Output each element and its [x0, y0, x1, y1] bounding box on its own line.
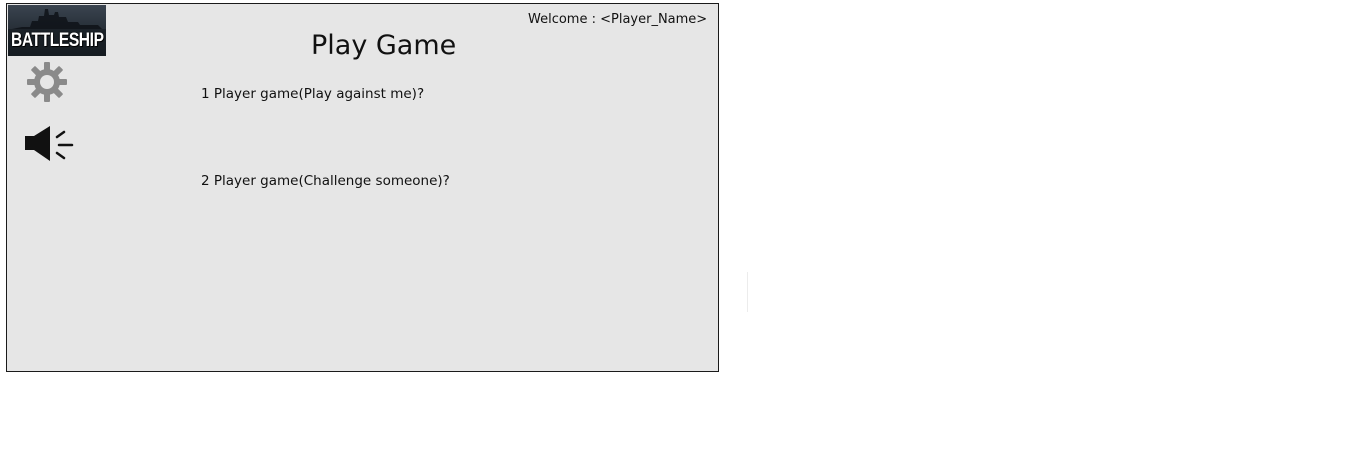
welcome-text: Welcome : <Player_Name>: [528, 12, 708, 27]
settings-button[interactable]: [25, 60, 69, 104]
logo-text: BATTLESHIP: [11, 30, 104, 51]
one-player-option[interactable]: 1 Player game(Play against me)?: [201, 86, 424, 102]
speaker-icon: [25, 126, 74, 161]
gear-icon: [27, 62, 67, 102]
battleship-logo: BATTLESHIP: [8, 5, 106, 56]
two-player-option[interactable]: 2 Player game(Challenge someone)?: [201, 173, 450, 189]
divider: [747, 272, 748, 312]
page-title: Play Game: [311, 30, 457, 61]
game-window: BATTLESHIP Welcome: <Player_Name> Play …: [6, 3, 719, 372]
sound-button[interactable]: [22, 123, 76, 165]
